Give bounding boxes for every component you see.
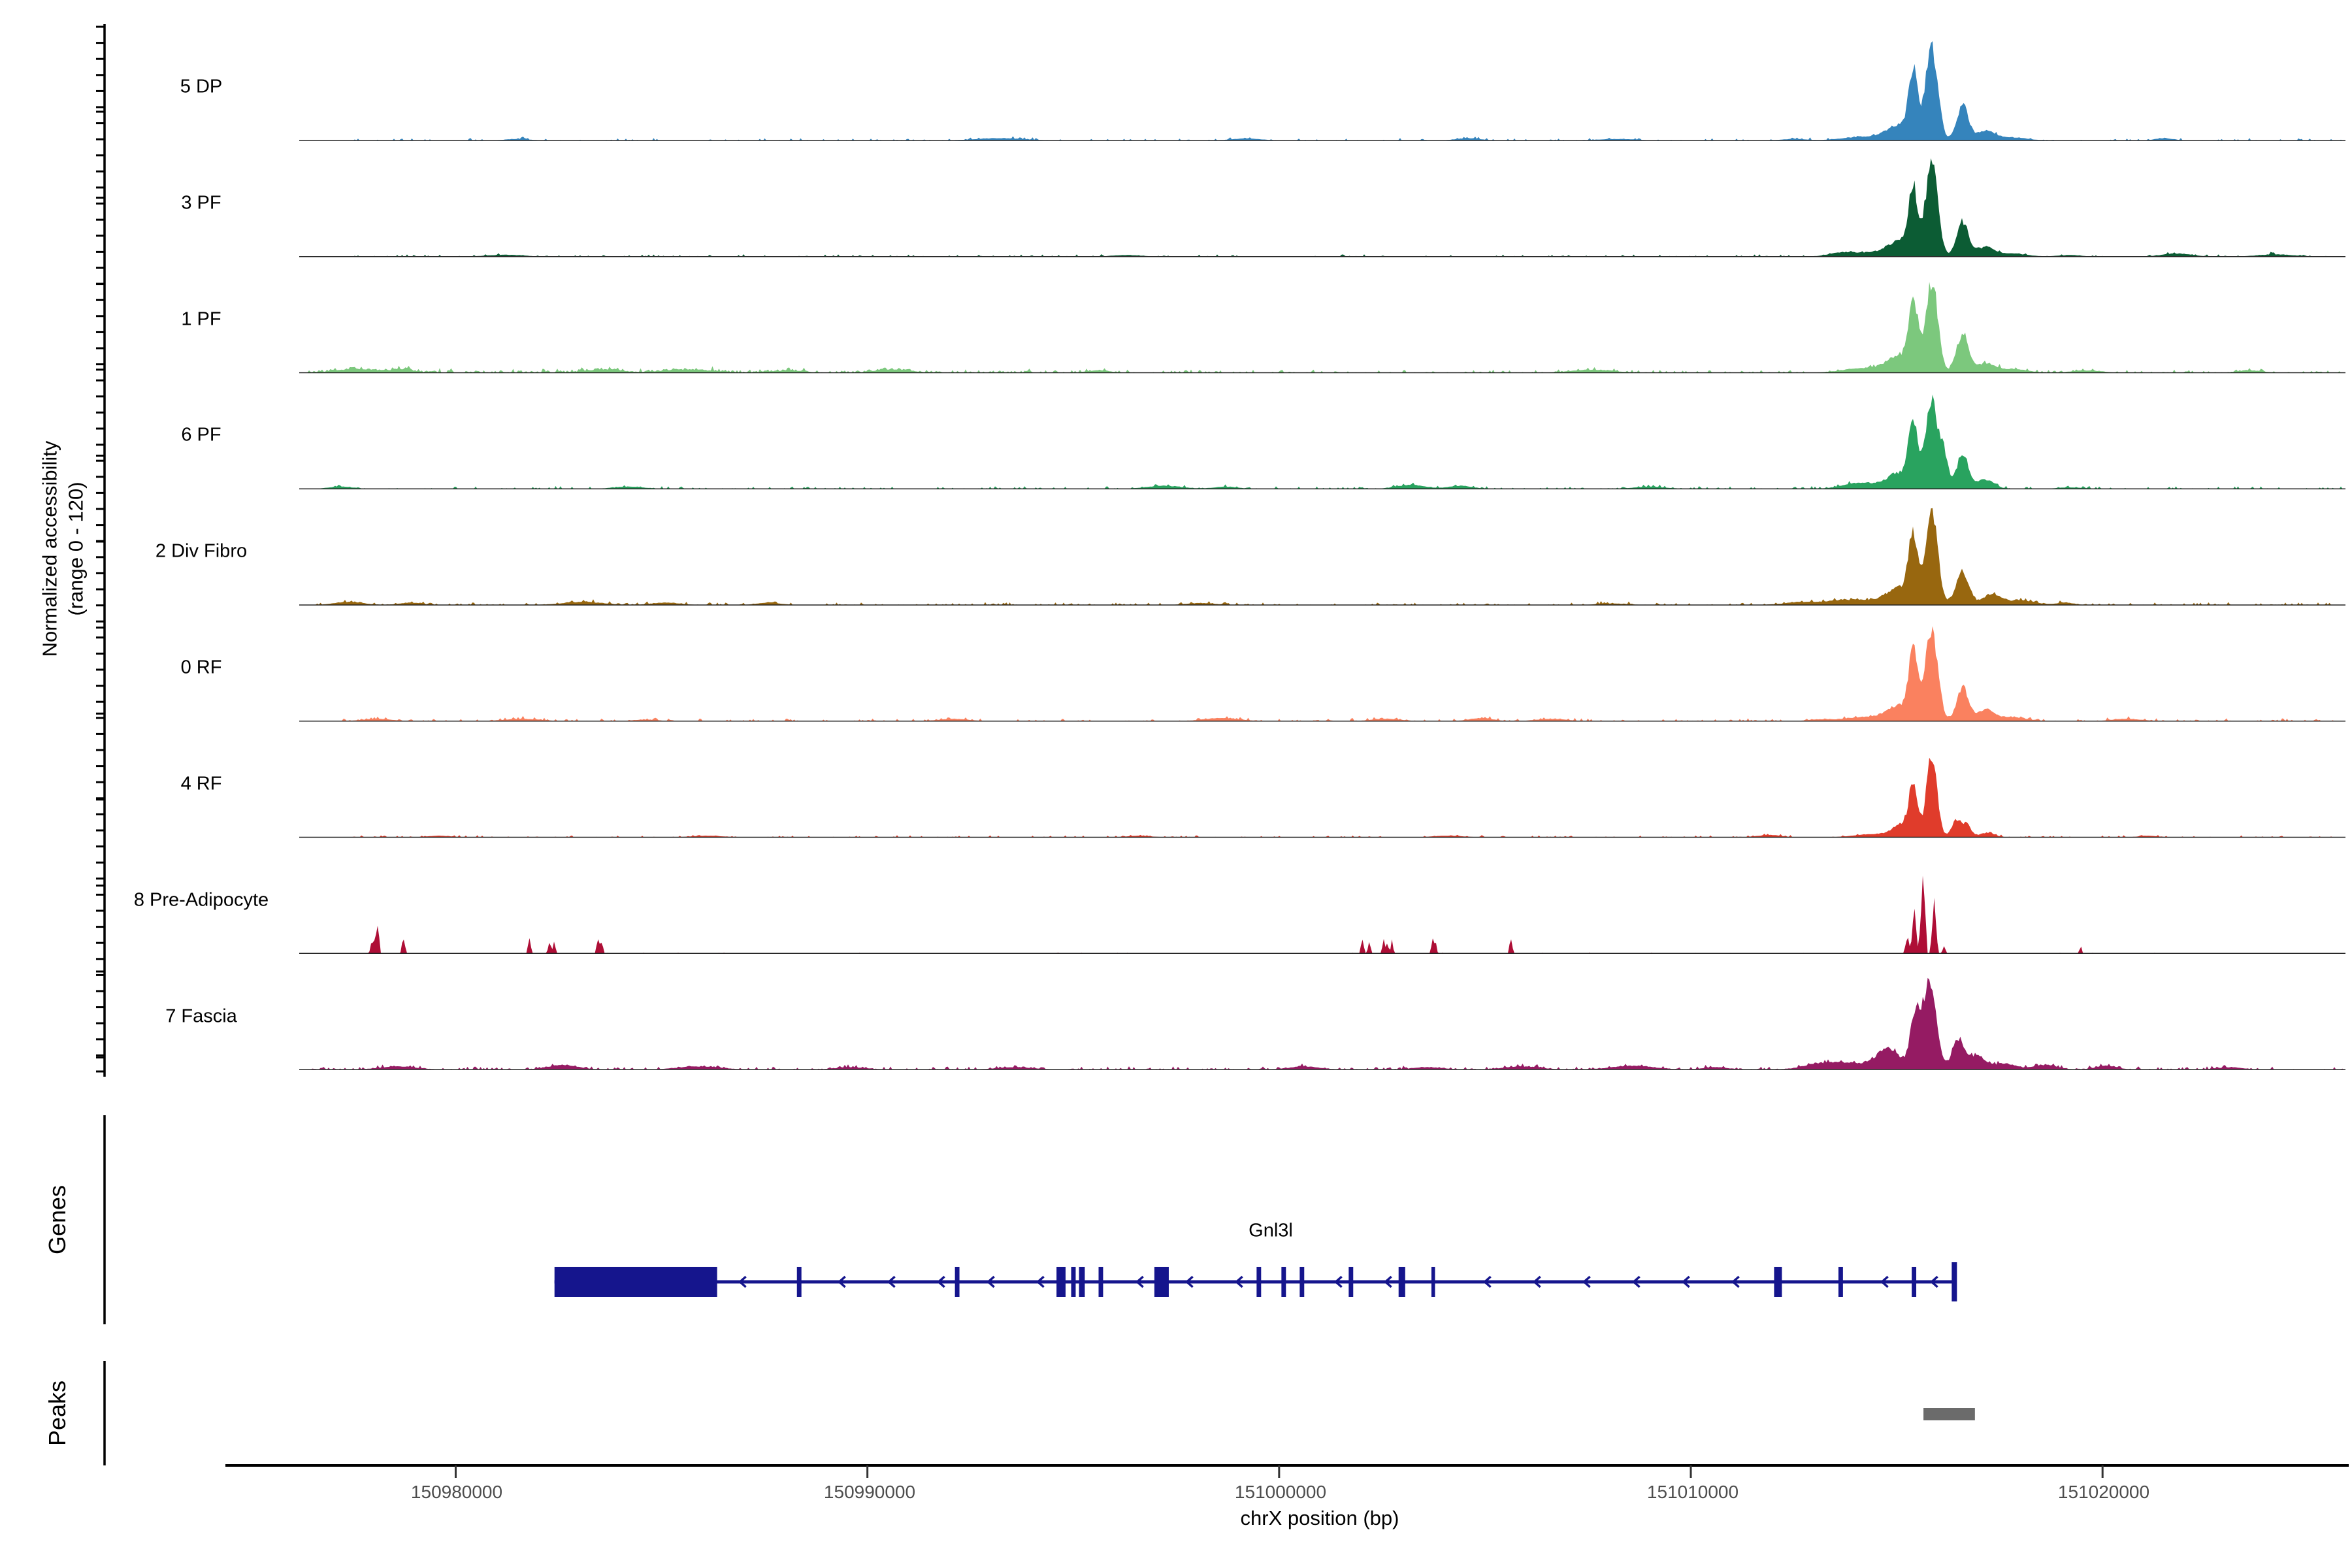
track-label-8-pre-adipocyte: 8 Pre-Adipocyte bbox=[134, 890, 269, 911]
gene-utr-box bbox=[555, 1267, 717, 1297]
y-axis-label-line2: (range 0 - 120) bbox=[63, 441, 90, 657]
gene-exon bbox=[1399, 1267, 1405, 1297]
gene-exon bbox=[1774, 1267, 1782, 1297]
gene-name-label: Gnl3l bbox=[1249, 1220, 1293, 1242]
gene-exon bbox=[1299, 1267, 1304, 1297]
gene-exon bbox=[1431, 1267, 1435, 1297]
x-tick-label-150990000: 150990000 bbox=[824, 1482, 915, 1503]
signal-area-1-pf bbox=[299, 282, 2345, 373]
signal-area-0-rf bbox=[299, 626, 2345, 721]
track-label-0-rf: 0 RF bbox=[181, 657, 222, 679]
track-label-5-dp: 5 DP bbox=[180, 76, 222, 98]
x-tick-label-151010000: 151010000 bbox=[1647, 1482, 1739, 1503]
signal-area-3-pf bbox=[299, 158, 2345, 257]
y-axis-label-line1: Normalized accessibility bbox=[37, 441, 63, 657]
coverage-plot-canvas bbox=[0, 0, 2352, 1568]
signal-area-5-dp bbox=[299, 41, 2345, 140]
track-label-4-rf: 4 RF bbox=[181, 774, 222, 795]
gene-exon bbox=[1071, 1267, 1076, 1297]
genes-section-label: Genes bbox=[44, 1185, 71, 1254]
gene-exon bbox=[1079, 1267, 1085, 1297]
gene-exon bbox=[1098, 1267, 1103, 1297]
track-label-7-fascia: 7 Fascia bbox=[165, 1006, 237, 1028]
peak-region-box bbox=[1923, 1408, 1975, 1420]
gene-exon bbox=[1281, 1267, 1286, 1297]
x-tick-label-151000000: 151000000 bbox=[1235, 1482, 1326, 1503]
signal-area-2-div-fibro bbox=[299, 508, 2345, 605]
x-tick-label-151020000: 151020000 bbox=[2058, 1482, 2149, 1503]
track-label-3-pf: 3 PF bbox=[181, 193, 221, 214]
gene-exon bbox=[955, 1267, 960, 1297]
gene-exon bbox=[1348, 1267, 1353, 1297]
x-tick-label-150980000: 150980000 bbox=[411, 1482, 502, 1503]
gene-exon bbox=[1838, 1267, 1843, 1297]
coverage-plot-figure: Normalized accessibility (range 0 - 120)… bbox=[0, 0, 2352, 1568]
y-axis-label: Normalized accessibility (range 0 - 120) bbox=[37, 441, 90, 657]
track-label-1-pf: 1 PF bbox=[181, 309, 221, 331]
peaks-section-label: Peaks bbox=[44, 1380, 71, 1446]
track-label-2-div-fibro: 2 Div Fibro bbox=[155, 541, 247, 563]
track-label-6-pf: 6 PF bbox=[181, 425, 221, 446]
signal-area-6-pf bbox=[299, 395, 2345, 489]
gene-exon bbox=[1256, 1267, 1261, 1297]
signal-area-7-fascia bbox=[299, 978, 2345, 1070]
gene-exon bbox=[1912, 1267, 1916, 1297]
gene-exon bbox=[1056, 1267, 1066, 1297]
gene-exon bbox=[797, 1267, 802, 1297]
gene-tss-bar bbox=[1952, 1262, 1957, 1301]
gene-exon bbox=[1154, 1267, 1169, 1297]
signal-area-4-rf bbox=[299, 758, 2345, 838]
x-axis-title: chrX position (bp) bbox=[1241, 1507, 1399, 1530]
signal-area-8-pre-adipocyte bbox=[299, 875, 2345, 953]
